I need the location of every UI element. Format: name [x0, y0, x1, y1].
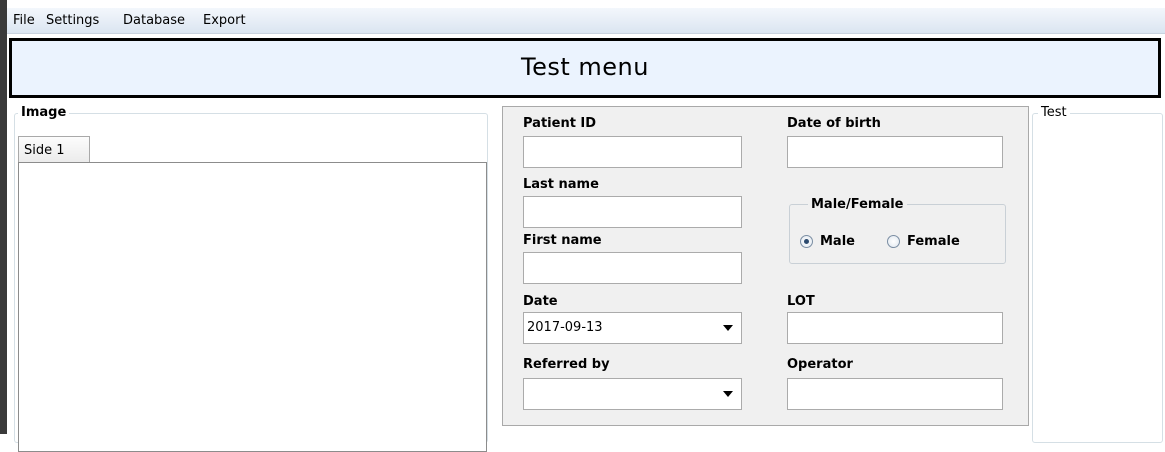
menu-bar: File Settings Database Export: [7, 8, 1165, 34]
female-radio-indicator: [887, 235, 900, 248]
date-of-birth-label: Date of birth: [787, 116, 881, 131]
last-name-input[interactable]: [523, 196, 742, 228]
date-value: 2017-09-13: [527, 320, 603, 335]
male-radio-indicator: [800, 235, 813, 248]
menu-export[interactable]: Export: [203, 13, 246, 28]
lot-label: LOT: [787, 294, 815, 309]
female-radio-label: Female: [907, 234, 960, 249]
chevron-down-icon: [723, 391, 733, 397]
menu-database[interactable]: Database: [123, 13, 185, 28]
title-banner: Test menu: [9, 38, 1161, 98]
referred-by-label: Referred by: [523, 357, 610, 372]
date-picker[interactable]: 2017-09-13: [523, 312, 742, 344]
test-groupbox: [1032, 113, 1163, 443]
menu-file[interactable]: File: [13, 13, 35, 28]
window-edge: [0, 0, 7, 434]
image-group-title: Image: [18, 105, 70, 120]
menu-settings[interactable]: Settings: [46, 13, 99, 28]
first-name-input[interactable]: [523, 252, 742, 284]
lot-input[interactable]: [787, 312, 1003, 344]
date-label: Date: [523, 294, 558, 309]
tab-side-1[interactable]: Side 1: [18, 136, 90, 163]
image-tab-page: [18, 162, 487, 452]
operator-input[interactable]: [787, 378, 1003, 410]
referred-by-select[interactable]: [523, 378, 742, 410]
female-radio[interactable]: Female: [887, 234, 982, 250]
male-radio-label: Male: [820, 234, 855, 249]
chevron-down-icon: [723, 325, 733, 331]
first-name-label: First name: [523, 233, 602, 248]
test-group-title: Test: [1038, 105, 1070, 120]
page-title: Test menu: [521, 53, 649, 81]
date-of-birth-input[interactable]: [787, 136, 1003, 168]
male-radio[interactable]: Male: [800, 234, 875, 250]
gender-group-title: Male/Female: [808, 197, 907, 212]
patient-id-label: Patient ID: [523, 116, 597, 131]
last-name-label: Last name: [523, 177, 599, 192]
operator-label: Operator: [787, 357, 853, 372]
patient-id-input[interactable]: [523, 136, 742, 168]
